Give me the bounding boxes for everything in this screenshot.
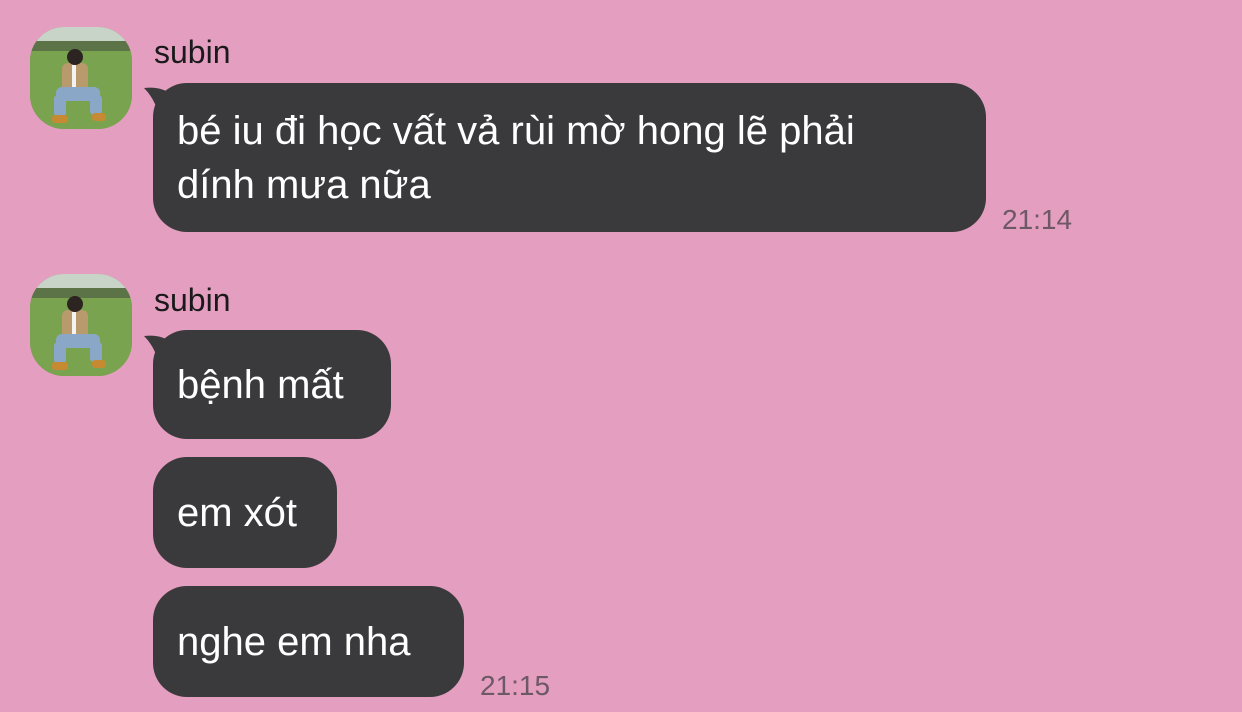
- message-bubble[interactable]: nghe em nha: [153, 586, 464, 697]
- message-timestamp: 21:15: [480, 670, 551, 701]
- message-timestamp: 21:14: [1002, 204, 1073, 235]
- sender-avatar[interactable]: [30, 274, 132, 376]
- message-text: bệnh mất: [177, 362, 344, 407]
- message-text: nghe em nha: [177, 619, 411, 664]
- sender-name: subin: [154, 34, 231, 70]
- message-text: bé iu đi học vất vả rùi mờ hong lẽ phải …: [177, 108, 855, 207]
- avatar-photo: [30, 27, 132, 129]
- message-bubble[interactable]: bệnh mất: [153, 330, 391, 439]
- sender-avatar[interactable]: [30, 27, 132, 129]
- avatar-photo: [30, 274, 132, 376]
- sender-name: subin: [154, 282, 231, 318]
- message-bubble[interactable]: bé iu đi học vất vả rùi mờ hong lẽ phải …: [153, 83, 986, 232]
- message-text: em xót: [177, 490, 298, 535]
- message-bubble[interactable]: em xót: [153, 457, 337, 568]
